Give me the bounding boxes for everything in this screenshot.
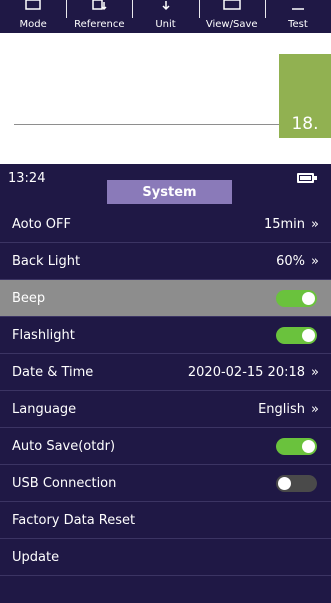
view-save-button[interactable]: View/Save	[198, 0, 265, 33]
setting-label: Flashlight	[12, 327, 75, 343]
view-save-icon	[222, 0, 241, 10]
reference-button[interactable]: Reference	[66, 0, 132, 33]
setting-value: 60%	[276, 253, 306, 269]
settings-list: Aoto OFF 15min » Back Light 60% » Beep F…	[0, 206, 331, 576]
setting-label: Language	[12, 401, 77, 417]
reference-label: Reference	[74, 19, 125, 30]
status-bar: 13:24 System	[0, 164, 331, 206]
chevron-right-icon: »	[311, 216, 319, 232]
setting-value: 2020-02-15 20:18	[187, 364, 306, 380]
setting-label: Beep	[12, 290, 46, 306]
page-number: 18.	[291, 114, 319, 134]
status-time: 13:24	[8, 171, 46, 186]
device-screen: 13:24 System Aoto OFF 15min » Back Light…	[0, 164, 331, 603]
setting-value: 15min	[263, 216, 306, 232]
setting-value: English	[258, 401, 306, 417]
chevron-right-icon: »	[311, 364, 319, 380]
toggle-knob	[302, 328, 315, 342]
setting-row-auto-save[interactable]: Auto Save(otdr)	[0, 428, 331, 465]
setting-row-back-light[interactable]: Back Light 60% »	[0, 243, 331, 280]
setting-row-date-time[interactable]: Date & Time 2020-02-15 20:18 »	[0, 354, 331, 391]
test-icon	[291, 8, 304, 10]
setting-row-flashlight[interactable]: Flashlight	[0, 317, 331, 354]
toolbar-divider	[198, 0, 200, 18]
function-toolbar: Mode Reference Unit View/Save Test	[0, 0, 331, 33]
page-divider-line	[14, 124, 279, 125]
view-save-label: View/Save	[205, 19, 258, 30]
toolbar-divider	[264, 0, 266, 18]
mode-label: Mode	[19, 19, 47, 30]
setting-label: USB Connection	[12, 475, 117, 491]
setting-row-beep[interactable]: Beep	[0, 280, 331, 317]
setting-label: Date & Time	[12, 364, 94, 380]
mode-button[interactable]: Mode	[0, 0, 66, 33]
unit-button[interactable]: Unit	[132, 0, 198, 33]
setting-label: Back Light	[12, 253, 81, 269]
setting-label: Aoto OFF	[12, 216, 71, 232]
battery-tip	[314, 176, 317, 180]
chevron-right-icon: »	[311, 401, 319, 417]
toolbar-divider	[132, 0, 134, 18]
auto-save-toggle[interactable]	[276, 437, 317, 455]
toolbar-divider	[66, 0, 68, 18]
setting-row-update[interactable]: Update	[0, 539, 331, 576]
tab-system[interactable]: System	[107, 180, 232, 204]
unit-icon	[161, 1, 170, 11]
chevron-right-icon: »	[311, 253, 319, 269]
toggle-knob	[278, 476, 291, 490]
setting-row-factory-reset[interactable]: Factory Data Reset	[0, 502, 331, 539]
reference-icon	[92, 0, 107, 11]
battery-fill	[300, 176, 311, 180]
tab-system-label: System	[142, 184, 197, 200]
setting-label: Factory Data Reset	[12, 512, 136, 528]
test-button[interactable]: Test	[264, 0, 331, 33]
flashlight-toggle[interactable]	[276, 326, 317, 344]
setting-row-auto-off[interactable]: Aoto OFF 15min »	[0, 206, 331, 243]
test-label: Test	[288, 19, 308, 30]
battery-full-icon	[297, 173, 317, 183]
mode-icon	[25, 0, 41, 10]
setting-label: Update	[12, 549, 60, 565]
setting-row-language[interactable]: Language English »	[0, 391, 331, 428]
toggle-knob	[302, 291, 315, 305]
usb-connection-toggle[interactable]	[276, 474, 317, 492]
beep-toggle[interactable]	[276, 289, 317, 307]
toggle-knob	[302, 439, 315, 453]
page-number-badge: 18.	[279, 54, 331, 138]
unit-label: Unit	[155, 19, 176, 30]
setting-row-usb-connection[interactable]: USB Connection	[0, 465, 331, 502]
setting-label: Auto Save(otdr)	[12, 438, 116, 454]
